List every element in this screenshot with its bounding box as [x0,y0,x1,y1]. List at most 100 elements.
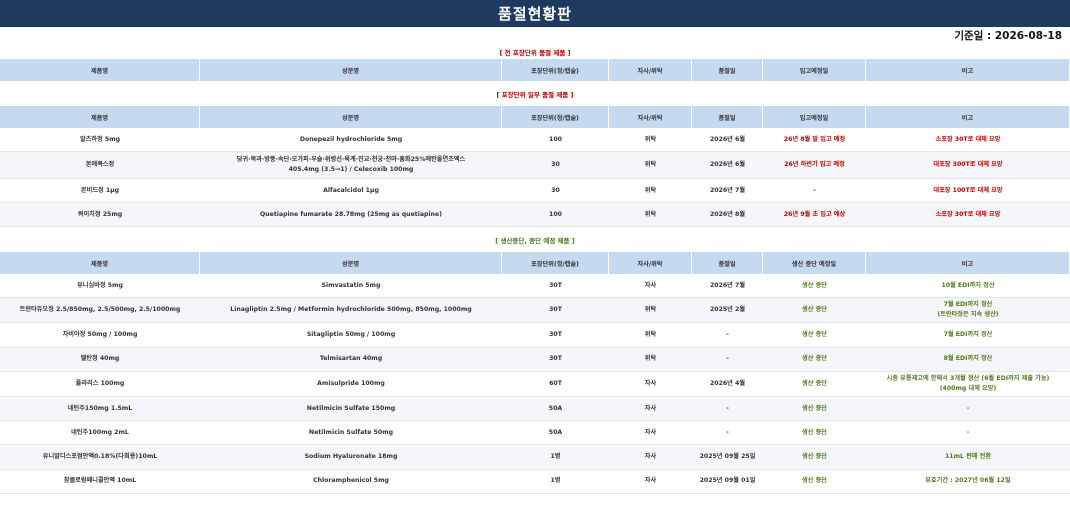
column-header: 비고 [866,59,1070,81]
soldout-date-cell: 2025년 09월 25일 [692,445,763,470]
ingredient-cell: Chloramphenicol 5mg [200,470,502,495]
eta-cell: 생산 중단 [763,298,866,324]
ingredient-cell: Simvastatin 5mg [200,274,502,299]
table-row: 폴라리스 100mg Amisulpride 100mg 60T 자사 2026년 4월… [0,372,1070,397]
table-row: 참클로람페니콜안액 10mL Chloramphenicol 5mg 1병 자사 202… [0,470,1070,495]
ingredient-cell: Alfacalcidol 1μg [200,179,502,203]
ingredient-cell: Sodium Hyaluronate 18mg [200,445,502,470]
table-row: 본에콕스정 당귀·목과·방풍·속단·오가피·우슬·위령선·육계·진교·천궁·천마·… [0,152,1070,179]
table-full-soldout: 제품명 성분명 포장단위(정/캡슐) 자사/위탁 품절일 입고예정일 비고 [0,59,1070,81]
package-unit-cell: 30T [502,274,609,299]
table-row: 쿼이치정 25mg Quetiapine fumarate 28.78mg (25… [0,203,1070,227]
product-name-cell: 폴라리스 100mg [0,372,200,397]
ingredient-cell: Amisulpride 100mg [200,372,502,397]
product-name-cell: 네틴주150mg 1.5mL [0,396,200,422]
note-cell: - [866,396,1070,422]
supplier-type-cell: 자사 [609,445,692,470]
note-cell: 대포장 100T로 대체 요망 [866,179,1070,203]
ingredient-cell: Telmisartan 40mg [200,347,502,372]
product-name-cell: 자비아정 50mg / 100mg [0,323,200,348]
note-cell: 시중 유통재고에 한해서 3개월 정산 (6월 EDI까지 제출 가능) (40… [866,372,1070,397]
supplier-type-cell: 위탁 [609,203,692,227]
column-header: 성분명 [200,106,502,128]
note-cell: 8월 EDI까지 정산 [866,347,1070,372]
column-header: 포장단위(정/캡슐) [502,252,609,274]
column-header: 제품명 [0,59,200,81]
note-cell: 소포장 30T로 대체 요망 [866,128,1070,152]
package-unit-cell: 50A [502,396,609,422]
column-header: 비고 [866,252,1070,274]
table-header: 제품명 성분명 포장단위(정/캡슐) 자사/위탁 품절일 입고예정일 비고 [0,59,1070,81]
section-label-full-soldout: [ 전 포장단위 품절 제품 ] [499,48,571,57]
product-name-cell: 텔탄정 40mg [0,347,200,372]
soldout-date-cell: 2026년 6월 [692,128,763,152]
soldout-date-cell: - [692,421,763,446]
package-unit-cell: 30T [502,298,609,324]
soldout-date-cell: - [692,396,763,422]
section-label-partial-soldout: [ 포장단위 일부 품절 제품 ] [496,90,574,99]
product-name-cell: 알츠하정 5mg [0,128,200,152]
table-row: 자비아정 50mg / 100mg Sitagliptin 50mg / 100m… [0,323,1070,348]
eta-cell: 생산 중단 [763,372,866,397]
table-partial-soldout: 제품명 성분명 포장단위(정/캡슐) 자사/위탁 품절일 입고예정일 비고 알츠하정 5mg… [0,106,1070,227]
column-header: 자사/위탁 [609,252,692,274]
note-cell: 유효기간 : 2027년 06월 12일 [866,470,1070,495]
note-cell: 7월 EDI까지 정산 (트란타정은 지속 생산) [866,298,1070,324]
eta-cell: 생산 중단 [763,347,866,372]
note-cell: - [866,421,1070,446]
supplier-type-cell: 위탁 [609,347,692,372]
table-row: 네틴주150mg 1.5mL Netilmicin Sulfate 150mg 50… [0,396,1070,422]
table-row: 본비드정 1μg Alfacalcidol 1μg 30 위탁 2026년 7월 - 대포장… [0,179,1070,203]
column-header: 제품명 [0,252,200,274]
table-row: 네틴주100mg 2mL Netilmicin Sulfate 50mg 50A 자사… [0,421,1070,446]
table-header: 제품명 성분명 포장단위(정/캡슐) 자사/위탁 품절일 생산 중단 예정일 비고 [0,252,1070,274]
column-header: 포장단위(정/캡슐) [502,106,609,128]
column-header: 품절일 [692,106,763,128]
ingredient-cell: Netilmicin Sulfate 50mg [200,421,502,446]
column-header: 생산 중단 예정일 [763,252,866,274]
package-unit-cell: 100 [502,203,609,227]
package-unit-cell: 30T [502,323,609,348]
supplier-type-cell: 위탁 [609,298,692,324]
eta-cell: 생산 중단 [763,274,866,299]
column-header: 제품명 [0,106,200,128]
package-unit-cell: 60T [502,372,609,397]
eta-cell: - [763,179,866,203]
page-title: 품절현황판 [0,0,1070,27]
package-unit-cell: 30 [502,179,609,203]
soldout-date-cell: 2026년 4월 [692,372,763,397]
supplier-type-cell: 위탁 [609,179,692,203]
column-header: 포장단위(정/캡슐) [502,59,609,81]
package-unit-cell: 100 [502,128,609,152]
table-row: 알츠하정 5mg Donepezil hydrochloride 5mg 100 위탁… [0,128,1070,152]
table-row: 유니심바정 5mg Simvastatin 5mg 30T 자사 2026년 7월 생산 … [0,274,1070,299]
soldout-date-cell: 2026년 7월 [692,274,763,299]
product-name-cell: 유니심바정 5mg [0,274,200,299]
eta-cell: 생산 중단 [763,470,866,495]
column-header: 자사/위탁 [609,106,692,128]
package-unit-cell: 1병 [502,470,609,495]
note-cell: 대포장 300T로 대체 요망 [866,152,1070,179]
column-header: 성분명 [200,59,502,81]
ingredient-cell: 당귀·목과·방풍·속단·오가피·우슬·위령선·육계·진교·천궁·천마·홍화25%… [200,152,502,179]
supplier-type-cell: 자사 [609,274,692,299]
product-name-cell: 네틴주100mg 2mL [0,421,200,446]
column-header: 성분명 [200,252,502,274]
section-label-discontinued: [ 생산중단, 중단 예정 제품 ] [495,236,575,245]
note-cell: 11mL 판매 전환 [866,445,1070,470]
reference-date: 기준일 : 2026-08-18 [954,30,1062,42]
column-header: 비고 [866,106,1070,128]
supplier-type-cell: 위탁 [609,323,692,348]
product-name-cell: 유니알디스포점안액0.18%(다회용)10mL [0,445,200,470]
soldout-date-cell: 2026년 6월 [692,152,763,179]
column-header: 자사/위탁 [609,59,692,81]
soldout-date-cell: 2025년 09월 01일 [692,470,763,495]
table-row: 유니알디스포점안액0.18%(다회용)10mL Sodium Hyaluronat… [0,445,1070,470]
soldout-date-cell: 2026년 8월 [692,203,763,227]
product-name-cell: 본에콕스정 [0,152,200,179]
table-header: 제품명 성분명 포장단위(정/캡슐) 자사/위탁 품절일 입고예정일 비고 [0,106,1070,128]
column-header: 입고예정일 [763,59,866,81]
eta-cell: 26년 8월 말 입고 예정 [763,128,866,152]
column-header: 입고예정일 [763,106,866,128]
supplier-type-cell: 자사 [609,421,692,446]
